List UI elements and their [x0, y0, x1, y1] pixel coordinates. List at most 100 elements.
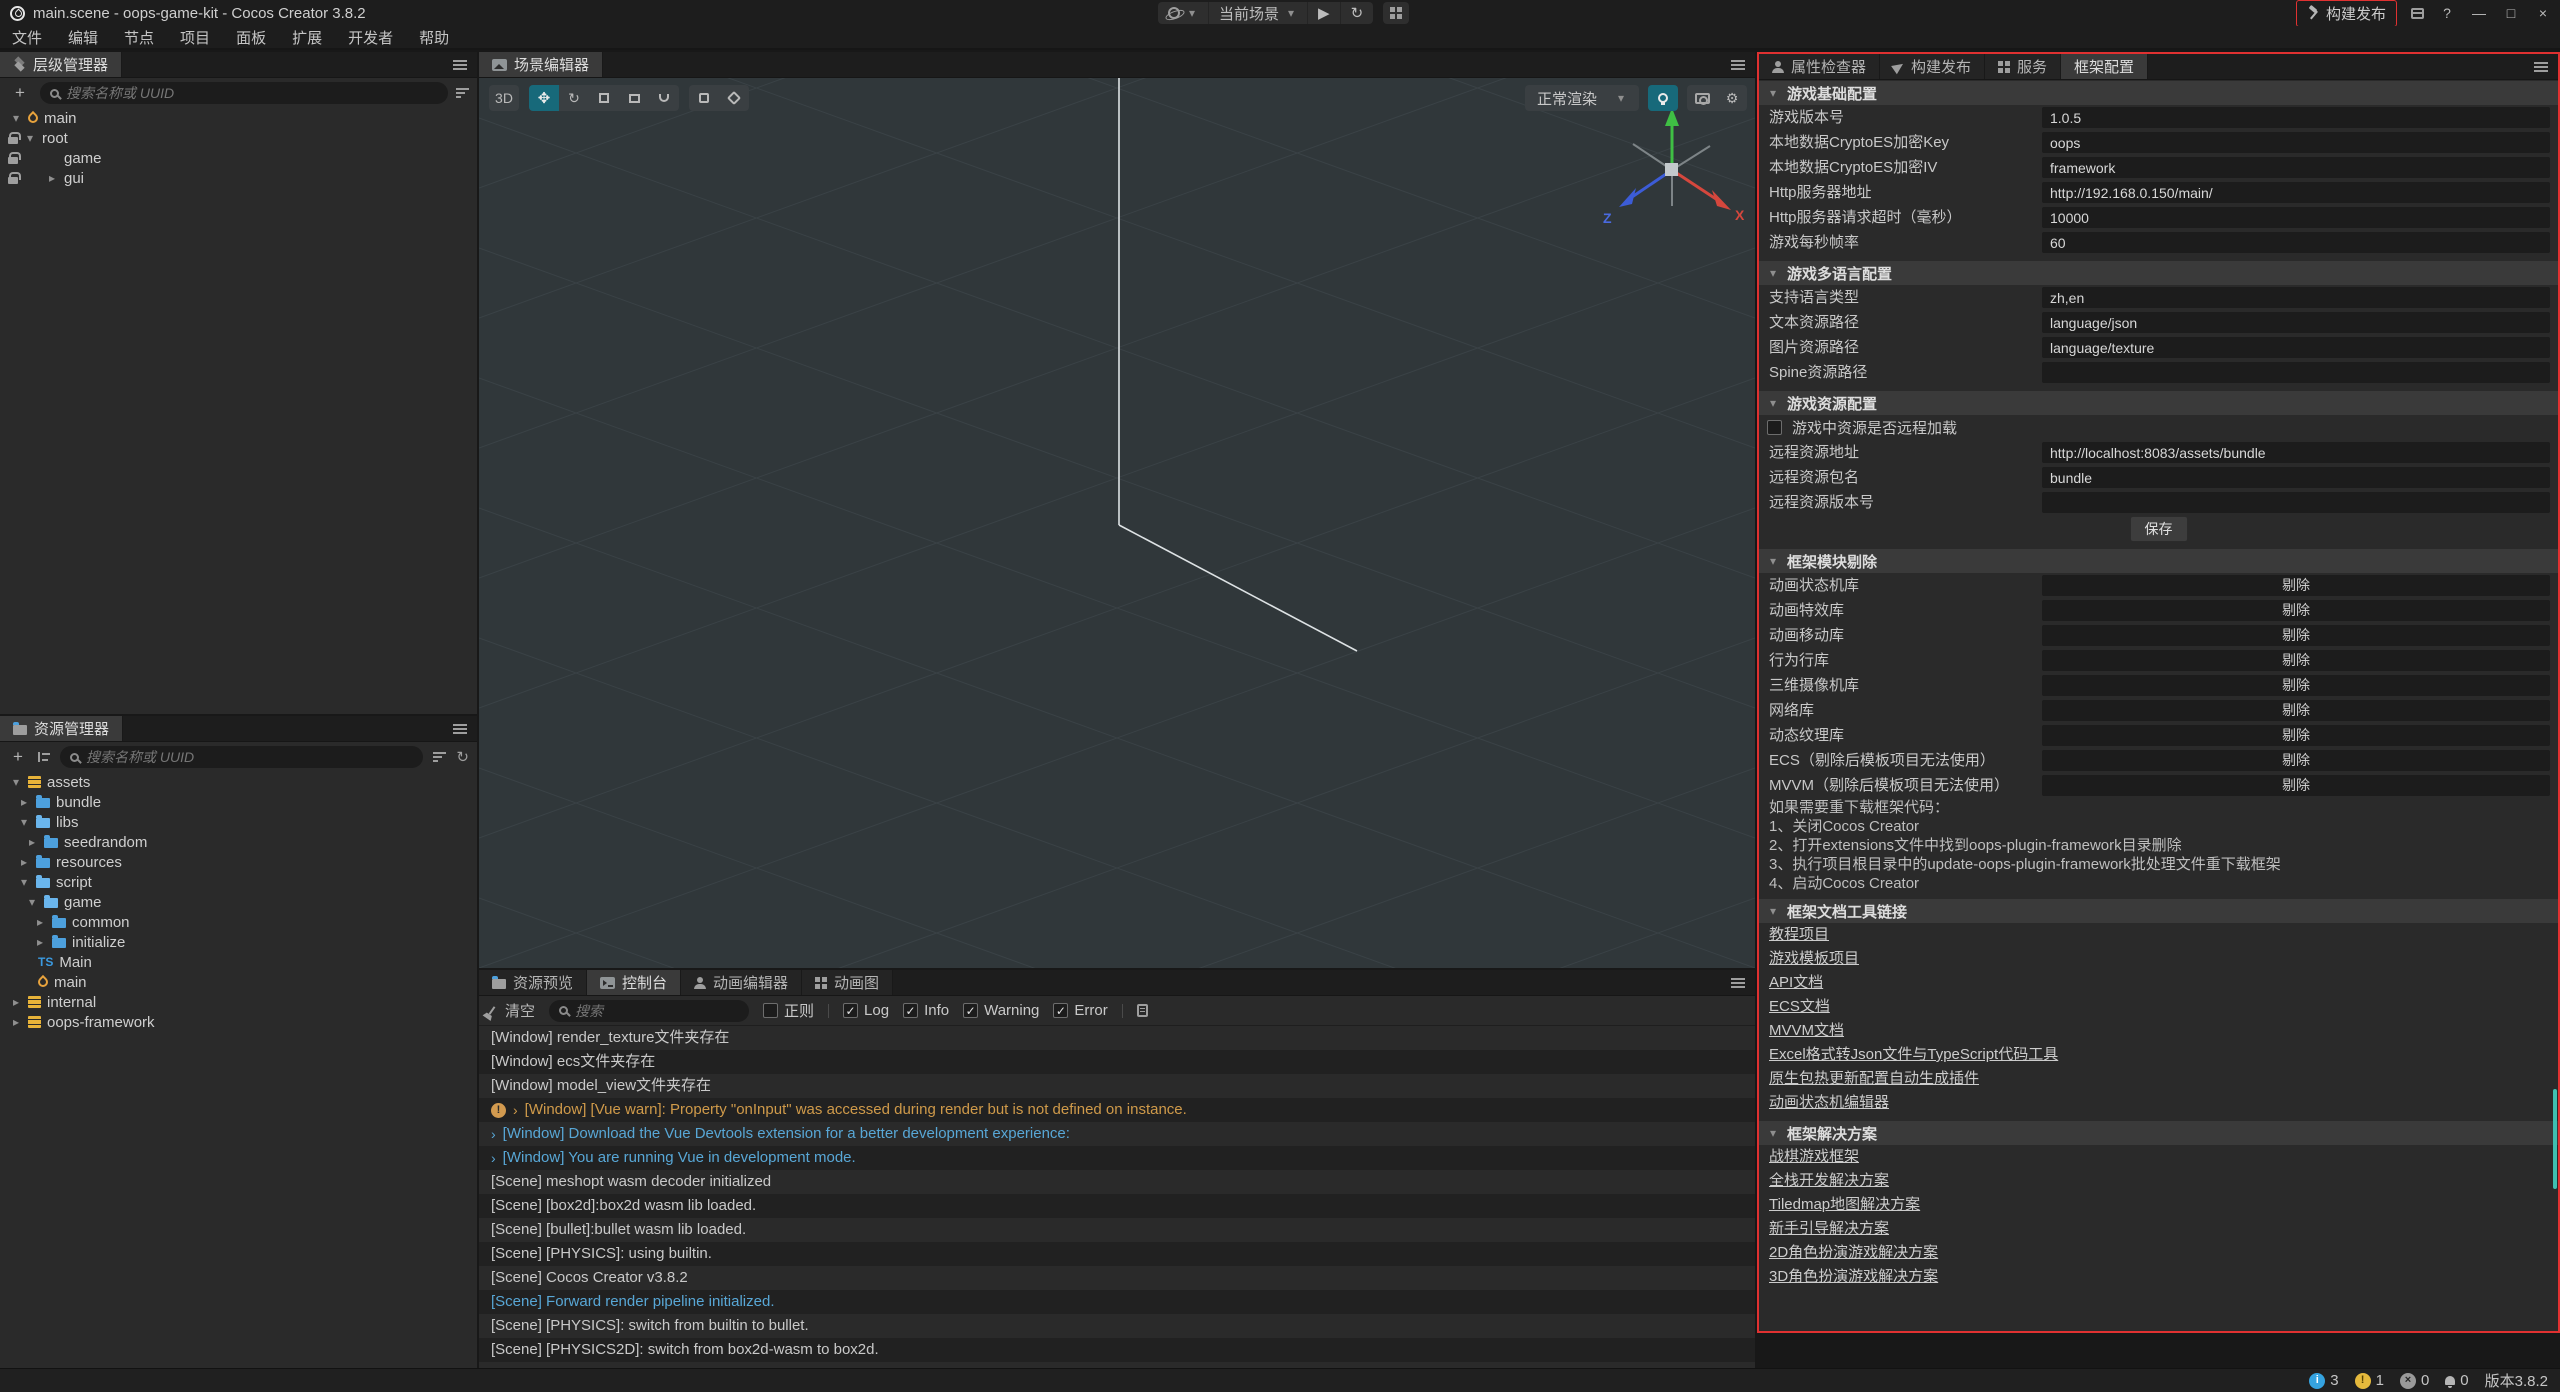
chevron-down-icon[interactable]: ▾	[24, 131, 36, 145]
chevron-down-icon[interactable]: ▾	[18, 875, 30, 889]
language-types-input[interactable]	[2042, 287, 2550, 308]
camera-settings-button[interactable]	[1687, 85, 1717, 111]
log-row[interactable]: [Window] render_texture文件夹存在	[479, 1026, 1755, 1050]
chevron-right-icon[interactable]: ▸	[34, 915, 46, 929]
close-button[interactable]: ×	[2534, 5, 2552, 21]
scrollbar-thumb[interactable]	[2553, 1089, 2557, 1189]
tree-node-game[interactable]: game	[0, 148, 477, 168]
tab-animation-graph[interactable]: 动画图	[802, 970, 893, 995]
filter-info-checkbox[interactable]: ✓ Info	[903, 1002, 949, 1019]
asset-node-script[interactable]: ▾ script	[0, 872, 477, 892]
remove-module-button[interactable]: 剔除	[2042, 575, 2550, 596]
hierarchy-panel-menu-button[interactable]	[453, 52, 477, 77]
minimize-button[interactable]: —	[2470, 5, 2488, 21]
doc-link[interactable]: 教程项目	[1769, 926, 1829, 943]
doc-link[interactable]: 动画状态机编辑器	[1769, 1094, 1889, 1111]
add-asset-button[interactable]: +	[8, 747, 28, 767]
remote-version-input[interactable]	[2042, 492, 2550, 513]
asset-node-common[interactable]: ▸ common	[0, 912, 477, 932]
remove-module-button[interactable]: 剔除	[2042, 700, 2550, 721]
http-server-input[interactable]	[2042, 182, 2550, 203]
remove-module-button[interactable]: 剔除	[2042, 625, 2550, 646]
clear-console-button[interactable]: 清空	[491, 1000, 535, 1021]
status-notification-counter[interactable]: 0	[2445, 1372, 2468, 1389]
console-search[interactable]	[549, 1000, 749, 1022]
snap-tool-button[interactable]	[689, 85, 719, 111]
solution-link[interactable]: 2D角色扮演游戏解决方案	[1769, 1244, 1938, 1261]
remove-module-button[interactable]: 剔除	[2042, 650, 2550, 671]
menu-edit[interactable]: 编辑	[68, 27, 98, 48]
scene-panel-menu-button[interactable]	[1731, 52, 1755, 77]
asset-node-libs[interactable]: ▾ libs	[0, 812, 477, 832]
asset-node-main-scene[interactable]: main	[0, 972, 477, 992]
remove-module-button[interactable]: 剔除	[2042, 775, 2550, 796]
log-row[interactable]: [Window] model_view文件夹存在	[479, 1074, 1755, 1098]
help-question-icon[interactable]: ?	[2438, 5, 2456, 21]
section-header-docs[interactable]: ▾ 框架文档工具链接	[1759, 899, 2558, 923]
remote-load-checkbox[interactable]	[1767, 420, 1782, 435]
inspector-panel-menu-button[interactable]	[2534, 54, 2558, 79]
section-header-solutions[interactable]: ▾ 框架解决方案	[1759, 1121, 2558, 1145]
filter-log-checkbox[interactable]: ✓ Log	[843, 1002, 889, 1019]
preview-qr-button[interactable]	[1383, 2, 1409, 24]
chevron-right-icon[interactable]: ▸	[10, 995, 22, 1009]
log-row[interactable]: [Scene] [PHYSICS]: using builtin.	[479, 1242, 1755, 1266]
crypto-key-input[interactable]	[2042, 132, 2550, 153]
doc-link[interactable]: Excel格式转Json文件与TypeScript代码工具	[1769, 1046, 2058, 1063]
asset-node-game[interactable]: ▾ game	[0, 892, 477, 912]
menu-panel[interactable]: 面板	[236, 27, 266, 48]
build-publish-button[interactable]: 构建发布	[2296, 0, 2397, 27]
doc-link[interactable]: ECS文档	[1769, 998, 1830, 1015]
log-row[interactable]: [Scene] Cocos Creator v3.8.2	[479, 1266, 1755, 1290]
save-button[interactable]: 保存	[2130, 516, 2188, 542]
console-search-input[interactable]	[575, 1003, 739, 1019]
spine-path-input[interactable]	[2042, 362, 2550, 383]
preview-target-button[interactable]: ▾	[1158, 2, 1209, 24]
tab-assets[interactable]: 资源管理器	[0, 716, 123, 741]
filter-icon[interactable]	[456, 88, 469, 98]
menu-file[interactable]: 文件	[12, 27, 42, 48]
play-button[interactable]: ▶	[1308, 2, 1341, 24]
game-version-input[interactable]	[2042, 107, 2550, 128]
hierarchy-search-input[interactable]	[66, 85, 438, 101]
log-row[interactable]: [Scene] [PHYSICS]: switch from builtin t…	[479, 1314, 1755, 1338]
log-row-warning[interactable]: ! › [Window] [Vue warn]: Property "onInp…	[479, 1098, 1755, 1122]
tree-node-gui[interactable]: ▸ gui	[0, 168, 477, 188]
menu-node[interactable]: 节点	[124, 27, 154, 48]
gizmo-space-button[interactable]	[719, 85, 749, 111]
doc-link[interactable]: API文档	[1769, 974, 1823, 991]
chevron-right-icon[interactable]: ▸	[18, 855, 30, 869]
solution-link[interactable]: 战棋游戏框架	[1769, 1148, 1859, 1165]
assets-search[interactable]	[60, 746, 423, 768]
log-row[interactable]: [Window] ecs文件夹存在	[479, 1050, 1755, 1074]
solution-link[interactable]: Tiledmap地图解决方案	[1769, 1196, 1920, 1213]
section-header-language[interactable]: ▾ 游戏多语言配置	[1759, 261, 2558, 285]
move-tool-button[interactable]: ✥	[529, 85, 559, 111]
menu-extension[interactable]: 扩展	[292, 27, 322, 48]
crypto-iv-input[interactable]	[2042, 157, 2550, 178]
asset-node-initialize[interactable]: ▸ initialize	[0, 932, 477, 952]
tab-hierarchy[interactable]: 层级管理器	[0, 52, 122, 77]
asset-node-seedrandom[interactable]: ▸ seedrandom	[0, 832, 477, 852]
add-node-button[interactable]: +	[8, 83, 32, 103]
section-header-resource[interactable]: ▾ 游戏资源配置	[1759, 391, 2558, 415]
chevron-right-icon[interactable]: ▸	[46, 171, 58, 185]
remote-address-input[interactable]	[2042, 442, 2550, 463]
doc-link[interactable]: 原生包热更新配置自动生成插件	[1769, 1070, 1979, 1087]
filter-icon[interactable]	[433, 752, 446, 762]
doc-link[interactable]: MVVM文档	[1769, 1022, 1844, 1039]
tab-console[interactable]: 控制台	[587, 970, 681, 995]
status-info-counter[interactable]: i 3	[2309, 1372, 2338, 1389]
chevron-right-icon[interactable]: ▸	[18, 795, 30, 809]
restart-button[interactable]: ↻	[1341, 2, 1374, 24]
package-icon[interactable]	[2411, 8, 2424, 19]
hierarchy-search[interactable]	[40, 82, 448, 104]
status-warning-counter[interactable]: ! 1	[2355, 1372, 2384, 1389]
tab-scene-editor[interactable]: 场景编辑器	[479, 52, 603, 77]
expand-caret-icon[interactable]: ›	[491, 1122, 496, 1146]
section-header-modules[interactable]: ▾ 框架模块剔除	[1759, 549, 2558, 573]
asset-node-main-ts[interactable]: TS Main	[0, 952, 477, 972]
tab-inspector[interactable]: 属性检查器	[1759, 54, 1880, 79]
log-row[interactable]: [Scene] [bullet]:bullet wasm lib loaded.	[479, 1218, 1755, 1242]
scale-tool-button[interactable]	[589, 85, 619, 111]
